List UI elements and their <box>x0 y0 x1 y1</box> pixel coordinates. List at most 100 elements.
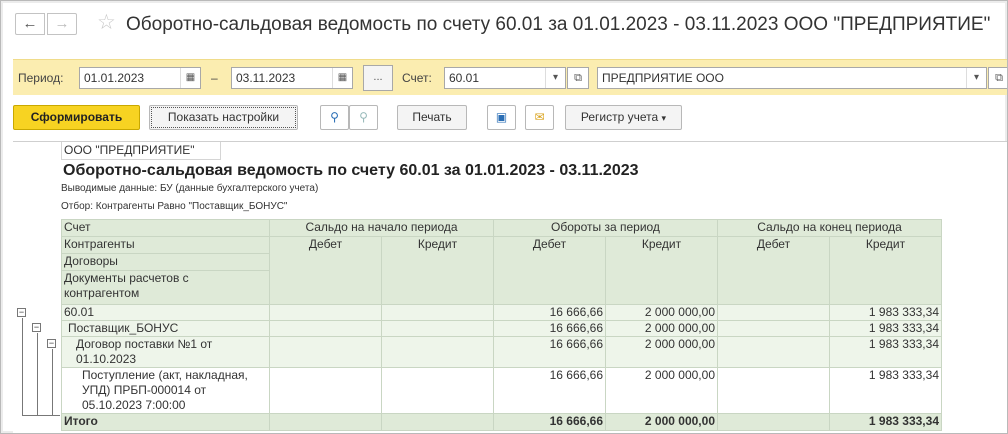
header-turnover-debit: Дебет <box>493 236 606 305</box>
date-to-input[interactable]: 03.11.2023 ▦ <box>231 67 353 89</box>
period-label: Период: <box>18 71 64 85</box>
cell-turnover-credit: 2 000 000,00 <box>605 320 718 337</box>
tree-line <box>37 333 38 415</box>
accounting-register-label: Регистр учета <box>580 110 659 124</box>
header-closing-credit: Кредит <box>829 236 942 305</box>
cell-opening-debit <box>269 320 382 337</box>
save-button[interactable]: ▣ <box>487 105 516 130</box>
report-window: ← → ☆ Оборотно-сальдовая ведомость по сч… <box>0 0 1008 434</box>
open-account-icon[interactable]: ⧉ <box>567 67 589 89</box>
total-label: Итого <box>61 413 270 431</box>
organization-input[interactable]: ПРЕДПРИЯТИЕ ООО ▾ <box>597 67 987 89</box>
cell-opening-credit <box>381 367 494 414</box>
cell-closing-debit <box>717 320 830 337</box>
clear-search-button[interactable]: ⚲ <box>349 105 378 130</box>
floppy-disk-icon: ▣ <box>495 110 508 124</box>
search-icon: ⚲ <box>330 110 339 124</box>
command-bar: Сформировать Показать настройки ⚲ ⚲ Печа… <box>1 103 1007 133</box>
arrow-right-icon: → <box>54 15 70 32</box>
period-select-button[interactable]: ... <box>363 65 393 91</box>
table-row[interactable]: Договор поставки №1 от 01.10.2023 16 666… <box>61 336 942 368</box>
report-filter-line: Отбор: Контрагенты Равно "Поставщик_БОНУ… <box>61 201 288 212</box>
dropdown-arrow-icon[interactable]: ▾ <box>966 68 986 88</box>
star-icon[interactable]: ☆ <box>97 10 116 35</box>
calendar-icon[interactable]: ▦ <box>332 68 352 88</box>
period-dash: – <box>211 71 218 85</box>
date-to-value: 03.11.2023 <box>236 71 296 85</box>
cell-closing-debit <box>717 336 830 368</box>
header-contracts: Договоры <box>61 253 270 271</box>
cell-opening-debit <box>269 413 382 431</box>
account-input[interactable]: 60.01 ▾ <box>444 67 566 89</box>
collapse-group-icon[interactable]: − <box>32 323 41 332</box>
forward-button[interactable]: → <box>47 13 77 35</box>
account-value: 60.01 <box>449 71 480 85</box>
cell-turnover-credit: 2 000 000,00 <box>605 336 718 368</box>
cell-opening-debit <box>269 304 382 321</box>
collapse-group-icon[interactable]: − <box>17 308 26 317</box>
print-button[interactable]: Печать <box>397 105 467 130</box>
cell-turnover-credit: 2 000 000,00 <box>605 304 718 321</box>
account-label: Счет: <box>402 71 432 85</box>
header-documents: Документы расчетов с контрагентом <box>61 270 270 305</box>
header-closing-balance: Сальдо на конец периода <box>717 219 942 237</box>
row-name: Договор поставки №1 от 01.10.2023 <box>61 336 270 368</box>
total-closing-credit: 1 983 333,34 <box>829 413 942 431</box>
accounting-register-button[interactable]: Регистр учета ▾ <box>565 105 682 130</box>
cell-opening-credit <box>381 320 494 337</box>
show-settings-button[interactable]: Показать настройки <box>149 105 298 130</box>
header-closing-debit: Дебет <box>717 236 830 305</box>
cell-closing-credit: 1 983 333,34 <box>829 367 942 414</box>
cell-opening-credit <box>381 336 494 368</box>
table-row[interactable]: Поставщик_БОНУС 16 666,66 2 000 000,00 1… <box>61 320 942 337</box>
dropdown-arrow-icon[interactable]: ▾ <box>545 68 565 88</box>
cell-turnover-debit: 16 666,66 <box>493 304 606 321</box>
total-turnover-credit: 2 000 000,00 <box>605 413 718 431</box>
cell-closing-debit <box>717 413 830 431</box>
cell-opening-credit <box>381 304 494 321</box>
cell-turnover-credit: 2 000 000,00 <box>605 367 718 414</box>
header-opening-debit: Дебет <box>269 236 382 305</box>
cell-turnover-debit: 16 666,66 <box>493 320 606 337</box>
generate-button[interactable]: Сформировать <box>13 105 140 130</box>
window-title: Оборотно-сальдовая ведомость по счету 60… <box>126 14 991 35</box>
header-turnover: Обороты за период <box>493 219 718 237</box>
cell-opening-debit <box>269 336 382 368</box>
envelope-icon: ✉ <box>534 110 545 124</box>
tree-line <box>22 318 23 415</box>
cell-closing-credit: 1 983 333,34 <box>829 304 942 321</box>
search-clear-icon: ⚲ <box>359 110 368 124</box>
parameters-bar: Период: 01.01.2023 ▦ – 03.11.2023 ▦ ... … <box>13 59 1007 95</box>
chevron-down-icon: ▾ <box>661 113 667 123</box>
calendar-icon[interactable]: ▦ <box>180 68 200 88</box>
arrow-left-icon: ← <box>22 15 38 32</box>
report-sheet: ООО "ПРЕДПРИЯТИЕ" Оборотно-сальдовая вед… <box>13 141 1007 433</box>
header-opening-balance: Сальдо на начало периода <box>269 219 494 237</box>
row-name: 60.01 <box>61 304 270 321</box>
table-row[interactable]: Поступление (акт, накладная, УПД) ПРБП-0… <box>61 367 942 414</box>
email-button[interactable]: ✉ <box>525 105 554 130</box>
total-row[interactable]: Итого 16 666,66 2 000 000,00 1 983 333,3… <box>61 413 942 431</box>
table-row[interactable]: 60.01 16 666,66 2 000 000,00 1 983 333,3… <box>61 304 942 321</box>
report-output-line: Выводимые данные: БУ (данные бухгалтерск… <box>61 183 319 194</box>
title-bar: ← → ☆ Оборотно-сальдовая ведомость по сч… <box>1 1 1007 51</box>
row-name: Поставщик_БОНУС <box>61 320 270 337</box>
header-account: Счет <box>61 219 270 237</box>
collapse-group-icon[interactable]: − <box>47 339 56 348</box>
search-button[interactable]: ⚲ <box>320 105 349 130</box>
cell-opening-credit <box>381 413 494 431</box>
tree-line <box>22 415 60 416</box>
open-organization-icon[interactable]: ⧉ <box>988 67 1007 89</box>
date-from-input[interactable]: 01.01.2023 ▦ <box>79 67 201 89</box>
report-organization: ООО "ПРЕДПРИЯТИЕ" <box>61 142 221 160</box>
back-button[interactable]: ← <box>15 13 45 35</box>
cell-opening-debit <box>269 367 382 414</box>
cell-closing-credit: 1 983 333,34 <box>829 336 942 368</box>
header-opening-credit: Кредит <box>381 236 494 305</box>
cell-closing-debit <box>717 367 830 414</box>
row-name: Поступление (акт, накладная, УПД) ПРБП-0… <box>61 367 270 414</box>
header-turnover-credit: Кредит <box>605 236 718 305</box>
report-title: Оборотно-сальдовая ведомость по счету 60… <box>63 162 639 179</box>
cell-turnover-debit: 16 666,66 <box>493 367 606 414</box>
cell-turnover-debit: 16 666,66 <box>493 336 606 368</box>
